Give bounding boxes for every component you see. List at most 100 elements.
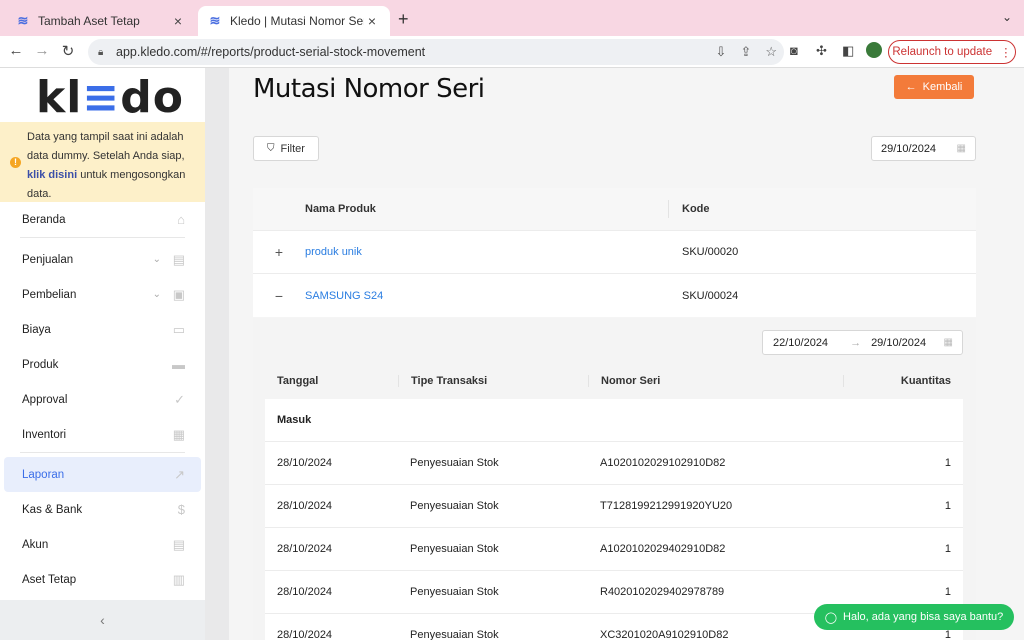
product-link[interactable]: SAMSUNG S24	[305, 290, 383, 302]
sidebar-menu: Beranda ⌂ Penjualan ⌄ ▤ Pembelian ⌄ ▣ Biaya ▭ …	[0, 202, 205, 597]
product-link[interactable]: produk unik	[305, 246, 362, 258]
serial-movement-table: Tanggal Tipe Transaksi Nomor Seri Kuanti…	[265, 363, 963, 640]
back-button[interactable]: ← Kembali	[894, 75, 974, 99]
page-title: Mutasi Nomor Seri	[253, 74, 485, 104]
qty-cell: 1	[944, 543, 951, 555]
sidebar-collapse-button[interactable]: ‹	[0, 600, 205, 640]
lock-icon: 🔒︎	[98, 47, 104, 58]
qty-cell: 1	[944, 457, 951, 469]
back-label: Kembali	[922, 81, 963, 93]
avatar[interactable]	[866, 42, 882, 58]
sidebar-item-kas-bank[interactable]: Kas & Bank $	[0, 492, 205, 527]
qty-cell: 1	[944, 500, 951, 512]
chevron-down-icon[interactable]: ⌄	[1002, 10, 1012, 24]
more-icon[interactable]: ⋮	[1000, 45, 1012, 59]
sidebar-item-aset-tetap[interactable]: Aset Tetap ▥	[0, 562, 205, 597]
basket-icon: ▤	[172, 251, 185, 267]
arrow-right-icon: →	[850, 336, 862, 349]
table-header: Nama Produk Kode	[253, 188, 976, 231]
sidebar-item-label: Approval	[22, 393, 68, 406]
table-header: Tanggal Tipe Transaksi Nomor Seri Kuanti…	[265, 363, 963, 399]
sidebar-item-pembelian[interactable]: Pembelian ⌄ ▣	[0, 277, 205, 312]
sidebar-item-produk[interactable]: Produk ▬	[0, 347, 205, 382]
back-arrow-icon[interactable]: ←	[6, 42, 26, 59]
kledo-logo[interactable]: kl≡do	[36, 72, 184, 123]
filter-button[interactable]: ⛉ Filter	[253, 136, 319, 161]
sidebar-item-laporan[interactable]: Laporan ↗	[4, 457, 201, 492]
expand-icon[interactable]: +	[253, 244, 305, 260]
address-bar[interactable]: 🔒︎ app.kledo.com/#/reports/product-seria…	[88, 39, 784, 65]
close-icon[interactable]: ×	[170, 13, 186, 29]
sidebar-item-beranda[interactable]: Beranda ⌂	[0, 202, 205, 237]
range-end: 29/10/2024	[871, 336, 927, 349]
extensions-icon[interactable]: ✣	[816, 43, 827, 59]
sidebar-item-label: Penjualan	[22, 253, 74, 266]
clear-data-link[interactable]: klik disini	[27, 169, 77, 181]
collapse-icon[interactable]: −	[253, 288, 305, 304]
logo-part: kl	[36, 72, 83, 123]
kledo-favicon-icon: ≋	[17, 13, 29, 28]
camera-icon[interactable]: ◙	[790, 43, 798, 58]
sidebar-item-label: Inventori	[22, 428, 67, 441]
qty-cell: 1	[944, 629, 951, 640]
book-icon: ▤	[172, 536, 185, 552]
divider	[20, 237, 185, 238]
sidepanel-icon[interactable]: ◧	[842, 43, 854, 59]
sidebar-item-label: Beranda	[22, 213, 66, 226]
arrow-left-icon: ←	[905, 81, 917, 93]
date-cell: 28/10/2024	[277, 457, 333, 469]
column-header: Nama Produk	[305, 203, 376, 215]
group-label: Masuk	[277, 414, 312, 426]
sidebar-item-label: Akun	[22, 538, 49, 551]
chat-label: Halo, ada yang bisa saya bantu?	[843, 611, 1004, 623]
type-cell: Penyesuaian Stok	[410, 500, 499, 512]
tab-label: Kledo | Mutasi Nomor Seri	[230, 14, 364, 28]
serial-cell: T7128199212991920YU20	[600, 500, 733, 512]
serial-cell: A1020102029102910D82	[600, 457, 726, 469]
type-cell: Penyesuaian Stok	[410, 457, 499, 469]
warehouse-icon: ▦	[172, 426, 185, 442]
scroll-gutter	[205, 68, 229, 640]
sidebar-item-biaya[interactable]: Biaya ▭	[0, 312, 205, 347]
check-icon: ✓	[174, 391, 185, 407]
browser-tab-tambah-aset[interactable]: ≋ Tambah Aset Tetap ×	[6, 6, 196, 36]
kledo-favicon-icon: ≋	[209, 13, 221, 28]
sidebar-item-label: Aset Tetap	[22, 573, 77, 586]
sidebar-item-label: Biaya	[22, 323, 51, 336]
reload-icon[interactable]: ↻	[58, 42, 78, 60]
install-icon[interactable]: ⇩	[716, 44, 727, 60]
column-header: Nomor Seri	[588, 375, 843, 387]
table-row: 28/10/2024 Penyesuaian Stok A10201020291…	[265, 442, 963, 485]
dollar-icon: $	[177, 502, 185, 517]
sidebar-item-akun[interactable]: Akun ▤	[0, 527, 205, 562]
filter-icon: ⛉	[267, 143, 275, 154]
date-picker[interactable]: 29/10/2024 ▦	[871, 136, 976, 161]
type-cell: Penyesuaian Stok	[410, 543, 499, 555]
box-icon: ▬	[172, 357, 185, 372]
tab-label: Tambah Aset Tetap	[38, 14, 140, 28]
date-range-picker[interactable]: 22/10/2024 → 29/10/2024 ▦	[762, 330, 963, 355]
chart-icon: ↗	[174, 466, 185, 482]
sidebar-item-label: Kas & Bank	[22, 503, 83, 516]
column-header: Tanggal	[277, 375, 319, 387]
relaunch-button[interactable]: Relaunch to update ⋮	[888, 40, 1016, 64]
close-icon[interactable]: ×	[364, 13, 380, 29]
star-icon[interactable]: ☆	[765, 44, 777, 60]
type-cell: Penyesuaian Stok	[410, 586, 499, 598]
column-header: Tipe Transaksi	[398, 375, 588, 387]
home-icon: ⌂	[177, 212, 185, 227]
share-icon[interactable]: ⇪	[740, 44, 751, 60]
sidebar-item-inventori[interactable]: Inventori ▦	[0, 417, 205, 452]
notice-text: Data yang tampil saat ini adalah data du…	[27, 131, 185, 162]
url-text[interactable]: app.kledo.com/#/reports/product-serial-s…	[116, 45, 709, 59]
whatsapp-chat-button[interactable]: ◯ Halo, ada yang bisa saya bantu?	[814, 604, 1014, 630]
sidebar-item-penjualan[interactable]: Penjualan ⌄ ▤	[0, 242, 205, 277]
range-start: 22/10/2024	[773, 336, 829, 349]
new-tab-icon[interactable]: +	[398, 9, 409, 30]
browser-tab-mutasi[interactable]: ≋ Kledo | Mutasi Nomor Seri ×	[198, 6, 390, 36]
building-icon: ▥	[172, 571, 185, 587]
sidebar-item-approval[interactable]: Approval ✓	[0, 382, 205, 417]
logo-part: do	[120, 72, 184, 123]
table-row: − SAMSUNG S24 SKU/00024	[253, 274, 976, 317]
forward-arrow-icon[interactable]: →	[32, 42, 52, 59]
